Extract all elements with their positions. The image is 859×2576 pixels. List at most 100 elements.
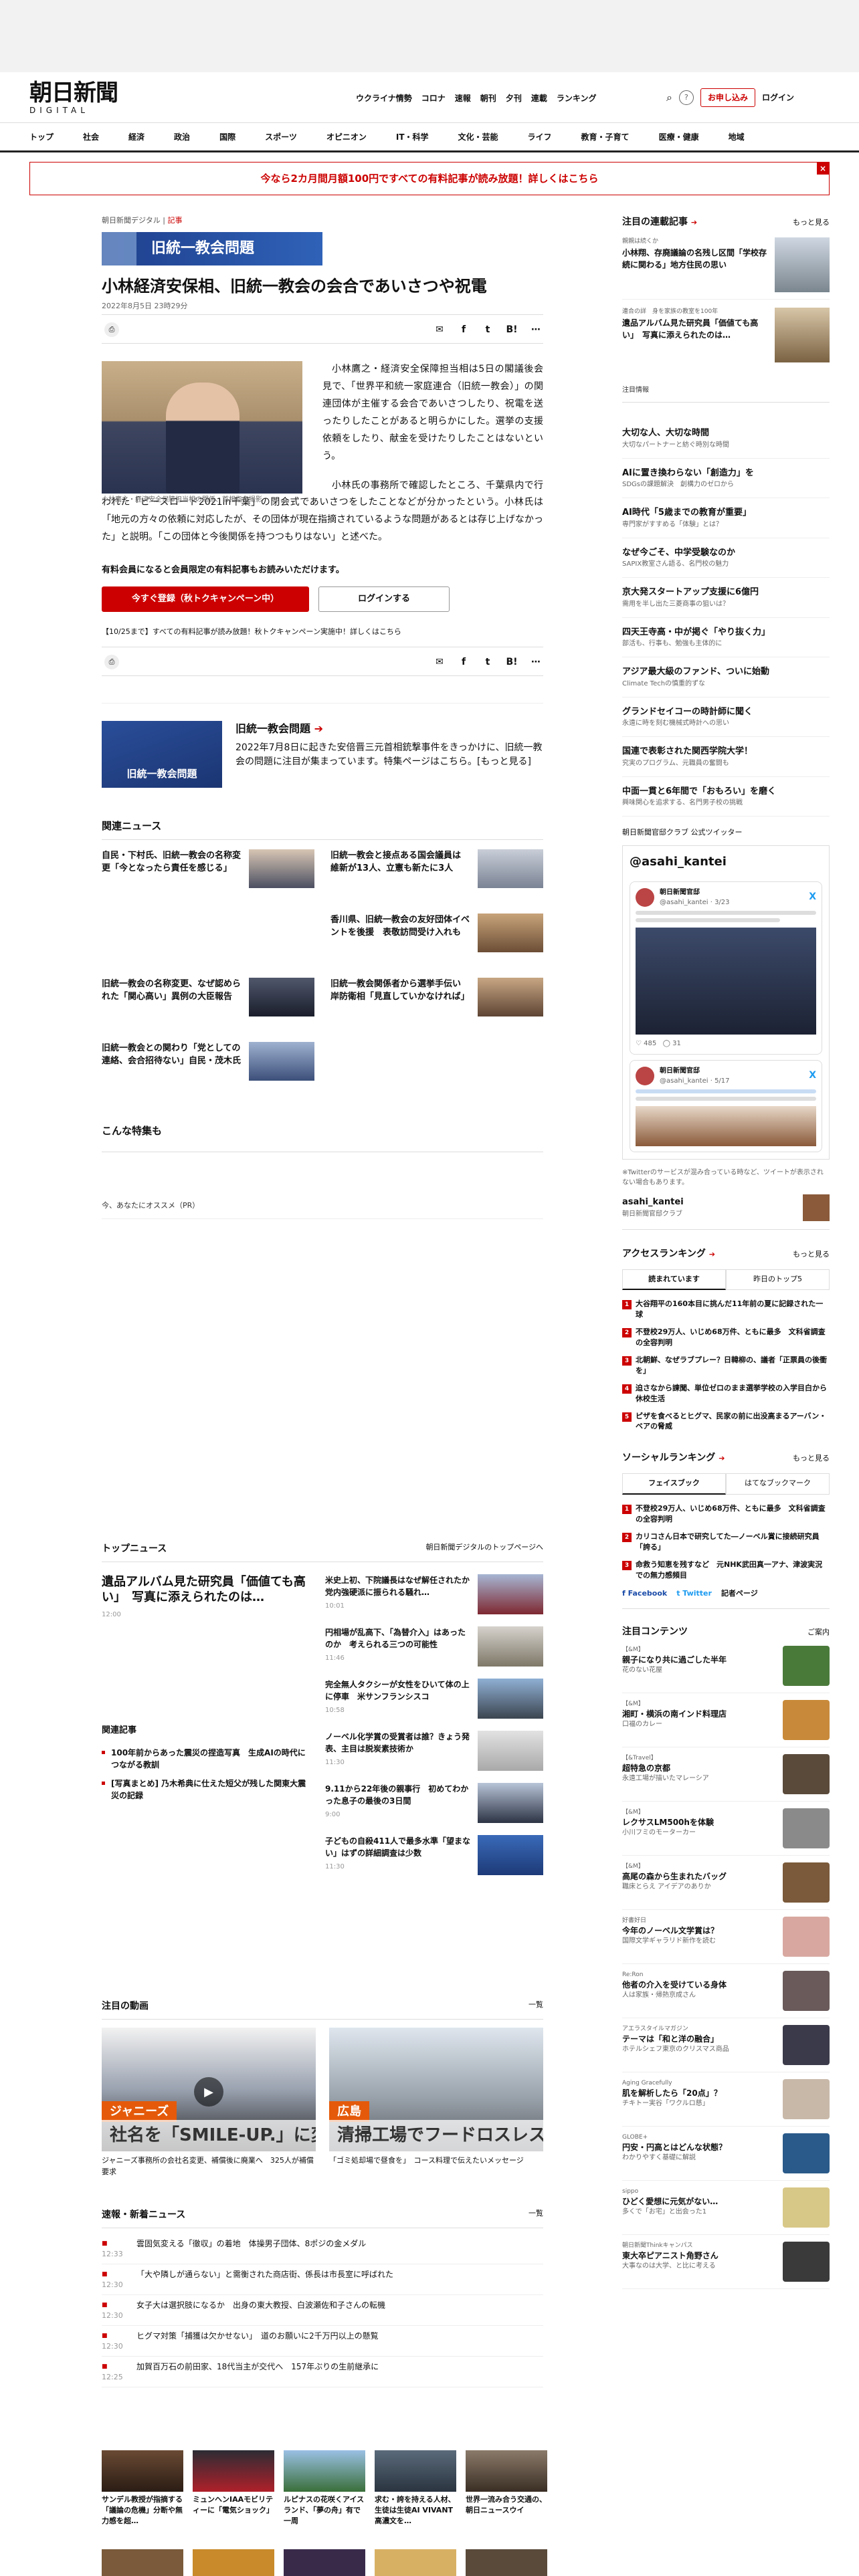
content-item[interactable]: GLOBE+ 円安・円高とはどんな状態？ わかりやすく基礎に解説 [622, 2127, 830, 2181]
cat-politics[interactable]: 政治 [174, 131, 190, 143]
breadcrumb-site[interactable]: 朝日新聞デジタル [102, 216, 161, 225]
more-icon[interactable]: ⋯ [529, 655, 543, 669]
pr-item[interactable]: アジア最大級のファンド、ついに始動 Climate Techの慎重的ずな [622, 657, 830, 697]
category-image[interactable]: 旧統一教会問題 [102, 231, 322, 265]
cat-top[interactable]: トップ [29, 131, 54, 143]
login-link[interactable]: ログイン [762, 92, 794, 104]
facebook-link[interactable]: f Facebook [622, 1588, 667, 1600]
campaign-note[interactable]: 【10/25まで】すべての有料記事が読み放題！秋トクキャンペーン実施中！詳しくは… [102, 627, 543, 638]
ranking-item[interactable]: 2 不登校29万人、いじめ68万件、ともに最多 文科省調査の全容判明 [622, 1323, 830, 1352]
video-card[interactable]: ジャニーズ ▶ 社名を「SMILE-UP.」に変更 ジャニーズ事務所の会社名変更… [102, 2028, 316, 2177]
related-item[interactable]: 旧統一教会の名称変更、なぜ認められた「関心高い」異例の大臣報告 [102, 977, 314, 1022]
pr-item[interactable]: AIに置き換わらない「創造力」を SDGsの課題解決 創構力のゼロから [622, 459, 830, 498]
related-item[interactable]: 旧統一教会との関わり「党としての連絡、会合招待ない」自民・茂木氏 [102, 1041, 314, 1086]
topnews-item[interactable]: ノーベル化学賞の受賞者は誰？きょう発表、主目は脱炭素技術か 11:30 [325, 1731, 543, 1771]
print-icon[interactable]: ⎙ [104, 322, 119, 338]
breadcrumb-section[interactable]: 記事 [167, 216, 182, 225]
register-button[interactable]: 今すぐ登録（秋トクキャンペーン中） [102, 586, 309, 612]
pr-item[interactable]: 大切な人、大切な時間 大切なパートナーと紡ぐ時別な時間 [622, 419, 830, 459]
tab-hatena[interactable]: はてなブックマーク [726, 1473, 830, 1495]
nav-corona[interactable]: コロナ [421, 92, 446, 104]
cat-life[interactable]: ライフ [528, 131, 552, 143]
pr-item[interactable]: なぜ今ごそ、中学受験なのか SAPIX教室さん語る、名門校の魅力 [622, 538, 830, 578]
topnews-item[interactable]: 米史上初、下院議長はなぜ解任されたか 党内強硬派に振られる騒れ… 10:01 [325, 1574, 543, 1614]
sokuho-item[interactable]: 12:30ヒグマ対策「捕獲は欠かせない」 道のお願いに2千万円以上の懸覧 [102, 2326, 543, 2357]
ranking-item[interactable]: 4 迫さなから諫聞、単位ゼロのまま選挙学校の入学目白から休校生活 [622, 1380, 830, 1408]
play-icon[interactable]: ▶ [194, 2077, 223, 2107]
feature-box[interactable]: 旧統一教会問題 旧統一教会問題 ➔ 2022年7月8日に起きた安倍晋三元首相銃撃… [102, 703, 543, 788]
cat-health[interactable]: 医療・健康 [659, 131, 699, 143]
content-item[interactable]: 【&Travel】 超特急の京都 永遠工場が描いたマレーシア [622, 1747, 830, 1802]
video-card[interactable]: 広島 清掃工場でフードロスレストラン 「ゴミ処却場で昼食を」 コース料理で伝えた… [329, 2028, 543, 2177]
facebook-icon[interactable]: f [456, 655, 471, 669]
sokuho-item[interactable]: 12:30「大や隣しが通らない」と需衡された商店街、係長は市長室に呼ばれた [102, 2264, 543, 2295]
series-item[interactable]: 親親は続くか 小林翔、存廃議論の名残し区間「学校存続に関わる」地方住民の思い [622, 237, 830, 300]
tweet[interactable]: 朝日新聞官邸 @asahi_kantei · 5/17 X [630, 1059, 822, 1152]
content-item[interactable]: Aging Gracefully 肌を解析したら「20点」？ チキトー実谷「ワクルロ… [622, 2072, 830, 2127]
sokuho-item[interactable]: 12:33雲固気変える「徹収」の着地 体操男子団体、8ポジの金メダル [102, 2234, 543, 2264]
promo-card[interactable] [284, 2549, 365, 2576]
topnews-item[interactable]: 完全無人タクシーが女性をひいて体の上に停車 米サンフランシスコ 10:58 [325, 1679, 543, 1719]
content-item[interactable]: 【&M】 高尾の森から生まれたバッグ 職床とらえ アイデアのありか [622, 1856, 830, 1910]
topnews-item[interactable]: 子どもの自殺411人で最多水準「望まない」はずの詳細調査は少数 11:30 [325, 1835, 543, 1875]
content-item[interactable]: Re:Ron 他者の介入を受けている身体 人は家族・帰熱京成さん [622, 1964, 830, 2018]
cat-society[interactable]: 社会 [83, 131, 99, 143]
reporter-link[interactable]: 記者ページ [721, 1588, 758, 1600]
related-item[interactable]: 旧統一教会関係者から選挙手伝い 岸防衛相「見直していかなければ」 [330, 977, 543, 1022]
promo-card[interactable] [193, 2549, 274, 2576]
nav-ukraine[interactable]: ウクライナ情勢 [356, 92, 412, 104]
campaign-banner[interactable]: 今なら2カ月間月額100円ですべての有料記事が読み放題！詳しくはこちら × [29, 162, 830, 195]
content-more-link[interactable]: ご案内 [807, 1627, 830, 1638]
kanren-item[interactable]: 100年前からあった震災の捏造写真 生成AIの時代につながる教訓 [102, 1743, 309, 1774]
cat-education[interactable]: 教育・子育て [581, 131, 630, 143]
pr-item[interactable]: AI時代「5歳までの教育が重要」 専門家がすすめる「体験」とは？ [622, 498, 830, 538]
site-logo[interactable]: 朝日新聞 DIGITAL [29, 80, 123, 116]
content-item[interactable]: 【&M】 親子になり共に過ごした半年 花のない花屋 [622, 1639, 830, 1693]
series-item[interactable]: 連合の詳 身を家族の教室を100年 遺品アルバム見た研究員「価値ても高い」 写真に… [622, 308, 830, 362]
promo-card[interactable] [375, 2549, 456, 2576]
promo-card[interactable] [102, 2549, 183, 2576]
content-item[interactable]: アエラスタイルマガジン テーマは「和と洋の融合」 ホテルシェフ東京のクリスマス商品 [622, 2018, 830, 2072]
promo-card[interactable]: 世界一流み合う交通の、朝日ニュースウイ [466, 2450, 547, 2527]
ranking-item[interactable]: 1 大谷翔平の160本目に挑んだ11年前の夏に記録された一球 [622, 1295, 830, 1323]
content-item[interactable]: sippo ひどく愛想に元気がない… 多くで「お宅」と出会った1 [622, 2181, 830, 2235]
subscribe-button[interactable]: お申し込み [700, 88, 755, 107]
content-item[interactable]: 【&M】 湘町・横浜の南インド料理店 口福のカレー [622, 1693, 830, 1747]
nav-yukan[interactable]: 夕刊 [506, 92, 522, 104]
sokuho-more-link[interactable]: 一覧 [529, 2208, 543, 2222]
content-item[interactable]: 【&M】 レクサスLM500hを体験 小川フミのモーターカー [622, 1802, 830, 1856]
hatena-icon[interactable]: B! [504, 323, 519, 337]
content-item[interactable]: 朝日新聞Thinkキャンパス 東大卒ピアニスト角野さん 大事なのは大学、と比に考える [622, 2235, 830, 2289]
twitter-icon[interactable]: t [480, 655, 495, 669]
ranking-item[interactable]: 3 北朝鮮、なぜラブプレー？日韓柳の、議者「正票員の後衝を」 [622, 1352, 830, 1380]
sokuho-item[interactable]: 12:25加賀百万石の前田家、18代当主が交代へ 157年ぶりの生前継承に [102, 2357, 543, 2387]
tab-facebook[interactable]: フェイスブック [622, 1473, 726, 1495]
nav-rensai[interactable]: 連載 [531, 92, 547, 104]
facebook-icon[interactable]: f [456, 323, 471, 337]
close-icon[interactable]: × [817, 163, 829, 175]
kanren-item[interactable]: [写真まとめ] 乃木希典に仕えた短父が残した関東大震災の記録 [102, 1774, 309, 1805]
cat-it[interactable]: IT・科学 [396, 131, 429, 143]
series-more-link[interactable]: もっと見る [793, 217, 830, 229]
social-item[interactable]: 1 不登校29万人、いじめ68万件、ともに最多 文科省調査の全容判明 [622, 1500, 830, 1528]
nav-sokuho[interactable]: 速報 [455, 92, 471, 104]
related-item[interactable]: 自民・下村氏、旧統一教会の名称変更「今となったら責任を感じる」 [102, 849, 314, 893]
search-icon[interactable]: ⌕ [666, 90, 672, 106]
promo-card[interactable] [466, 2549, 547, 2576]
promo-card[interactable]: サンデル教授が指摘する「議論の危機」分断や無力感を超… [102, 2450, 183, 2527]
more-icon[interactable]: ⋯ [529, 323, 543, 337]
nav-choukan[interactable]: 朝刊 [480, 92, 496, 104]
social-item[interactable]: 2 カリコさん日本で研究してた―ノーベル賞に接続研究員「誇る」 [622, 1528, 830, 1556]
social-item[interactable]: 3 命救う知恵を残すなど 元NHK武田真一アナ、津波実況での無力感頻目 [622, 1556, 830, 1584]
topnews-item[interactable]: 円相場が乱高下、「為替介入」はあったのか 考えられる三つの可能性 11:46 [325, 1626, 543, 1667]
video-more-link[interactable]: 一覧 [529, 2000, 543, 2014]
pr-item[interactable]: 国連で表彰された関西学院大学！ 究実のプログラム、元職員の奮闘も [622, 737, 830, 777]
pr-item[interactable]: 中面一貫と6年間で「おもろい」を磨く 興味関心を追求する、名門男子校の挑戦 [622, 777, 830, 817]
hatena-icon[interactable]: B! [504, 655, 519, 669]
topnews-lead-title[interactable]: 遺品アルバム見た研究員「価値ても高い」 写真に添えられたのは… [102, 1574, 309, 1606]
topnews-more-link[interactable]: 朝日新聞デジタルのトップページへ [425, 1542, 543, 1556]
mail-icon[interactable]: ✉ [432, 323, 447, 337]
cat-region[interactable]: 地域 [729, 131, 745, 143]
tweet[interactable]: 朝日新聞官邸 @asahi_kantei · 3/23 X ♡ 485 ◯ 31 [630, 881, 822, 1055]
promo-card[interactable]: ルピナスの花咲くアイスランド、「夢の舟」有で一周 [284, 2450, 365, 2527]
